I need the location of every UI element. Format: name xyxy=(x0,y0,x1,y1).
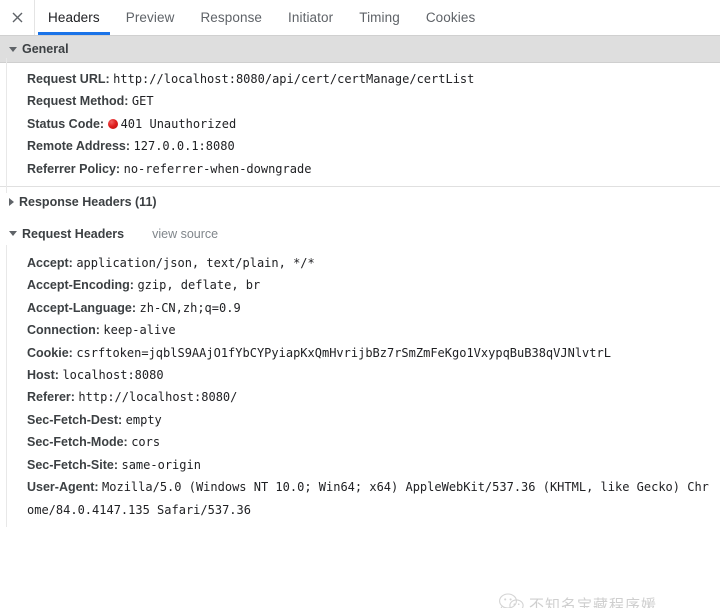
row-request-url: Request URL: http://localhost:8080/api/c… xyxy=(0,68,720,90)
row-referer: Referer: http://localhost:8080/ xyxy=(0,386,720,408)
row-value: 127.0.0.1:8080 xyxy=(133,139,235,154)
close-button[interactable] xyxy=(0,0,35,35)
row-key: Cookie: xyxy=(27,345,73,360)
tab-response[interactable]: Response xyxy=(187,0,275,35)
row-key: User-Agent: xyxy=(27,480,99,495)
row-value: no-referrer-when-downgrade xyxy=(123,161,312,176)
row-value: 401 Unauthorized xyxy=(120,116,237,131)
wechat-icon xyxy=(498,592,524,608)
tab-preview[interactable]: Preview xyxy=(113,0,188,35)
row-sec-fetch-dest: Sec-Fetch-Dest: empty xyxy=(0,409,720,431)
tab-response-label: Response xyxy=(200,10,263,25)
request-headers-rows: Accept: application/json, text/plain, */… xyxy=(0,245,720,527)
tab-initiator-label: Initiator xyxy=(288,10,334,25)
row-accept-encoding: Accept-Encoding: gzip, deflate, br xyxy=(0,274,720,296)
row-value: http://localhost:8080/api/cert/certManag… xyxy=(113,72,475,86)
row-key: Host: xyxy=(27,368,59,383)
section-general-header[interactable]: General xyxy=(0,36,720,63)
devtools-tabbar: Headers Preview Response Initiator Timin… xyxy=(0,0,720,36)
tab-cookies-label: Cookies xyxy=(425,10,476,25)
section-request-headers-header[interactable]: Request Headers view source xyxy=(0,217,720,250)
row-key: Request URL: xyxy=(27,72,110,86)
row-key: Accept-Language: xyxy=(27,300,137,315)
row-cookie: Cookie: csrftoken=jqblS9AAjO1fYbCYPyiapK… xyxy=(0,342,720,364)
section-response-headers-title: Response Headers (11) xyxy=(19,195,157,210)
chevron-down-icon xyxy=(9,231,17,237)
row-user-agent: User-Agent: Mozilla/5.0 (Windows NT 10.0… xyxy=(0,476,720,521)
row-key: Connection: xyxy=(27,323,100,338)
row-value: same-origin xyxy=(121,457,201,472)
tab-headers[interactable]: Headers xyxy=(35,0,113,35)
row-value: empty xyxy=(125,412,162,427)
row-key: Referrer Policy: xyxy=(27,161,121,176)
row-value: GET xyxy=(131,94,154,109)
row-sec-fetch-site: Sec-Fetch-Site: same-origin xyxy=(0,454,720,476)
row-accept: Accept: application/json, text/plain, */… xyxy=(0,252,720,274)
row-key: Request Method: xyxy=(27,94,129,109)
row-key: Accept-Encoding: xyxy=(27,278,134,293)
row-value: application/json, text/plain, */* xyxy=(76,256,315,271)
row-value: Mozilla/5.0 (Windows NT 10.0; Win64; x64… xyxy=(27,480,709,517)
row-value: zh-CN,zh;q=0.9 xyxy=(139,300,241,315)
watermark-text: 不知名宝藏程序媛 xyxy=(529,596,658,608)
row-value: gzip, deflate, br xyxy=(137,278,261,293)
row-value: localhost:8080 xyxy=(62,368,164,383)
close-icon xyxy=(12,12,23,23)
row-remote-address: Remote Address: 127.0.0.1:8080 xyxy=(0,135,720,157)
row-accept-language: Accept-Language: zh-CN,zh;q=0.9 xyxy=(0,297,720,319)
row-key: Sec-Fetch-Mode: xyxy=(27,435,128,450)
status-badge xyxy=(107,118,118,129)
section-divider xyxy=(0,186,720,188)
chevron-right-icon xyxy=(9,198,14,207)
row-connection: Connection: keep-alive xyxy=(0,319,720,341)
chevron-down-icon xyxy=(9,46,17,52)
row-referrer-policy: Referrer Policy: no-referrer-when-downgr… xyxy=(0,158,720,180)
watermark: 不知名宝藏程序媛 xyxy=(498,592,657,608)
section-response-headers-header[interactable]: Response Headers (11) xyxy=(0,187,720,217)
section-general-title: General xyxy=(22,42,69,56)
tab-cookies[interactable]: Cookies xyxy=(413,0,488,35)
view-source-link[interactable]: view source xyxy=(152,227,218,241)
general-rows: Request URL: http://localhost:8080/api/c… xyxy=(0,57,720,194)
row-key: Accept: xyxy=(27,256,73,271)
row-key: Remote Address: xyxy=(27,139,131,154)
row-value: csrftoken=jqblS9AAjO1fYbCYPyiapKxQmHvrij… xyxy=(76,345,611,360)
tab-preview-label: Preview xyxy=(125,10,175,25)
row-value: http://localhost:8080/ xyxy=(78,390,238,405)
row-value: cors xyxy=(131,435,161,450)
tab-headers-label: Headers xyxy=(48,10,100,25)
tab-timing[interactable]: Timing xyxy=(346,0,413,35)
row-sec-fetch-mode: Sec-Fetch-Mode: cors xyxy=(0,431,720,453)
section-request-headers-title: Request Headers xyxy=(22,226,125,241)
row-key: Sec-Fetch-Site: xyxy=(27,457,118,472)
tab-initiator[interactable]: Initiator xyxy=(275,0,346,35)
headers-panel: General Request URL: http://localhost:80… xyxy=(0,36,720,608)
row-key: Referer: xyxy=(27,390,75,405)
row-value: keep-alive xyxy=(103,323,176,338)
tab-timing-label: Timing xyxy=(359,10,400,25)
row-request-method: Request Method: GET xyxy=(0,90,720,112)
row-host: Host: localhost:8080 xyxy=(0,364,720,386)
row-status-code: Status Code: 401 Unauthorized xyxy=(0,113,720,135)
row-key: Status Code: xyxy=(27,116,105,131)
row-key: Sec-Fetch-Dest: xyxy=(27,412,123,427)
